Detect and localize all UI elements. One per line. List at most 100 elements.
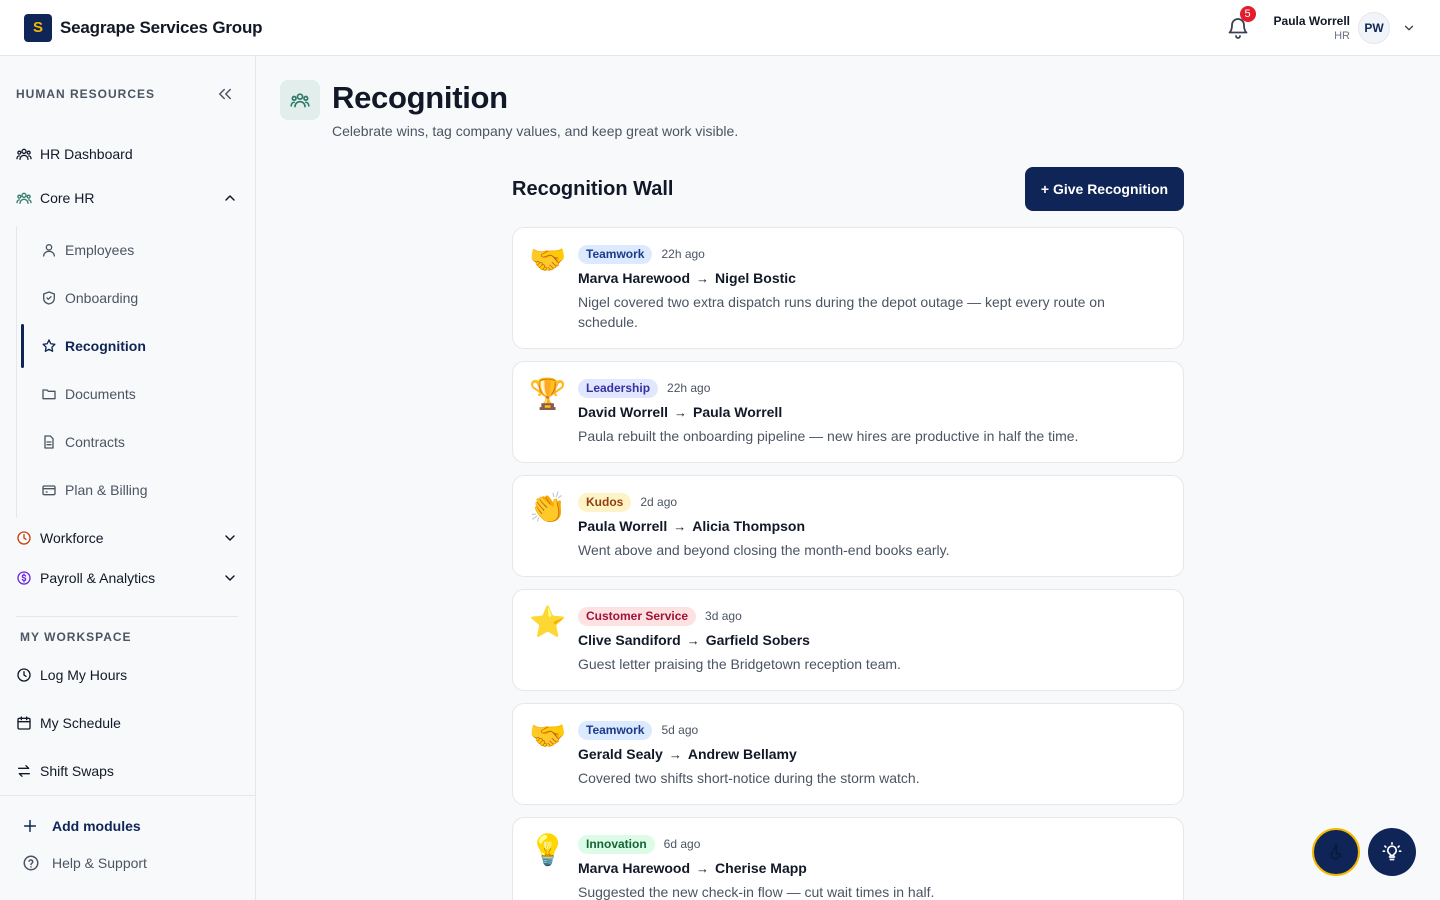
sidebar-item-label: Employees xyxy=(65,242,135,258)
value-tag: Customer Service xyxy=(578,606,697,626)
recognition-card[interactable]: ⭐ Customer Service 3d ago Clive Sandifor… xyxy=(512,589,1184,691)
wall-title: Recognition Wall xyxy=(512,178,674,200)
lightbulb-icon: 💡 xyxy=(529,834,567,867)
timestamp: 2d ago xyxy=(640,495,678,509)
sidebar-item-my-schedule[interactable]: My Schedule xyxy=(16,711,121,735)
help-label: Help & Support xyxy=(52,855,147,871)
clock-icon xyxy=(17,668,31,682)
add-modules-button[interactable]: Add modules xyxy=(22,818,141,834)
value-tag: Teamwork xyxy=(578,244,653,264)
sidebar-item-label: Documents xyxy=(65,386,136,402)
sidebar-item-label: Recognition xyxy=(65,338,146,354)
arrow-right-icon: → xyxy=(673,518,687,534)
active-indicator xyxy=(21,324,24,368)
timestamp: 3d ago xyxy=(705,609,742,623)
timestamp: 22h ago xyxy=(661,247,705,261)
company-name: Seagrape Services Group xyxy=(60,17,263,37)
help-support-link[interactable]: Help & Support xyxy=(22,854,147,872)
chevron-down-icon[interactable] xyxy=(1402,21,1416,35)
sidebar-item-label: Workforce xyxy=(40,530,104,546)
sidebar-item-plan-billing[interactable]: Plan & Billing xyxy=(41,478,148,502)
receiver-name: Paula Worrell xyxy=(693,404,783,420)
chevron-down-icon[interactable] xyxy=(222,530,238,546)
star-icon: ⭐ xyxy=(529,606,567,639)
receiver-name: Alicia Thompson xyxy=(692,518,806,534)
recognition-message: Paula rebuilt the onboarding pipeline — … xyxy=(578,428,1079,444)
recognition-message: Covered two shifts short-notice during t… xyxy=(578,770,920,786)
brand[interactable]: S Seagrape Services Group xyxy=(24,13,263,42)
sidebar-item-log-hours[interactable]: Log My Hours xyxy=(16,663,127,687)
sidebar-item-onboarding[interactable]: Onboarding xyxy=(41,286,138,310)
giver-name: Clive Sandiford xyxy=(578,632,681,648)
sidebar-item-label: My Schedule xyxy=(40,715,121,731)
notification-badge: 5 xyxy=(1239,6,1256,22)
sidebar-item-label: Log My Hours xyxy=(40,667,128,683)
value-tag: Innovation xyxy=(578,834,655,854)
recognition-message: Nigel covered two extra dispatch runs du… xyxy=(578,294,1105,330)
accessibility-button[interactable] xyxy=(1312,828,1360,876)
arrow-right-icon: → xyxy=(696,270,710,286)
calendar-icon xyxy=(17,716,31,730)
handshake-icon: 🤝 xyxy=(529,720,567,753)
trophy-icon: 🏆 xyxy=(529,378,567,411)
sidebar-item-label: Core HR xyxy=(40,190,95,206)
divider xyxy=(0,795,255,796)
help-circle-icon xyxy=(23,855,39,871)
sidebar-item-hr-dashboard[interactable]: HR Dashboard xyxy=(16,142,133,166)
timestamp: 22h ago xyxy=(667,381,711,395)
star-icon xyxy=(42,339,56,352)
giver-name: Marva Harewood xyxy=(578,860,691,876)
divider xyxy=(16,616,238,617)
clapping-hands-icon: 👏 xyxy=(529,492,567,525)
avatar[interactable]: PW xyxy=(1358,12,1390,44)
sidebar-item-label: HR Dashboard xyxy=(40,146,133,162)
collapse-sidebar-icon[interactable] xyxy=(216,85,234,103)
brand-logo: S xyxy=(24,13,52,42)
dollar-circle-icon xyxy=(17,571,31,585)
recognition-message: Guest letter praising the Bridgetown rec… xyxy=(578,656,901,672)
sidebar-item-documents[interactable]: Documents xyxy=(41,382,136,406)
sidebar-item-workforce[interactable]: Workforce xyxy=(16,526,104,550)
sidebar-item-label: Shift Swaps xyxy=(40,763,114,779)
recognition-message: Suggested the new check-in flow — cut wa… xyxy=(578,884,935,900)
sidebar: HUMAN RESOURCES HR Dashboard Core HR Emp… xyxy=(0,56,256,900)
arrow-right-icon: → xyxy=(668,746,682,762)
sidebar-item-shift-swaps[interactable]: Shift Swaps xyxy=(16,759,114,783)
giver-name: Paula Worrell xyxy=(578,518,668,534)
value-tag: Kudos xyxy=(578,492,632,512)
receiver-name: Nigel Bostic xyxy=(715,270,796,286)
sidebar-item-label: Payroll & Analytics xyxy=(40,570,156,586)
sidebar-item-employees[interactable]: Employees xyxy=(41,238,134,262)
timestamp: 5d ago xyxy=(661,723,699,737)
sidebar-item-contracts[interactable]: Contracts xyxy=(41,430,125,454)
sidebar-item-payroll-analytics[interactable]: Payroll & Analytics xyxy=(16,566,155,590)
value-tag: Teamwork xyxy=(578,720,653,740)
swap-icon xyxy=(18,765,30,777)
shield-check-icon xyxy=(43,291,55,305)
recognition-card[interactable]: 🏆 Leadership 22h ago David Worrell → Pau… xyxy=(512,361,1184,463)
timestamp: 6d ago xyxy=(663,837,701,851)
recognition-card[interactable]: 💡 Innovation 6d ago Marva Harewood → Che… xyxy=(512,817,1184,900)
giver-name: Marva Harewood xyxy=(578,270,691,286)
handshake-icon: 🤝 xyxy=(529,244,567,277)
value-tag: Leadership xyxy=(578,378,659,398)
sidebar-item-recognition[interactable]: Recognition xyxy=(41,334,146,358)
plus-icon xyxy=(23,819,37,833)
lightbulb-button[interactable] xyxy=(1368,828,1416,876)
recognition-card[interactable]: 🤝 Teamwork 5d ago Gerald Sealy → Andrew … xyxy=(512,703,1184,805)
sidebar-item-core-hr[interactable]: Core HR xyxy=(16,186,94,210)
receiver-name: Garfield Sobers xyxy=(705,632,810,648)
accessibility-icon xyxy=(1330,844,1343,860)
recognition-message: Went above and beyond closing the month-… xyxy=(578,542,950,558)
workspace-section-title: MY WORKSPACE xyxy=(20,630,132,644)
user-info[interactable]: Paula Worrell HR xyxy=(1274,14,1350,43)
arrow-right-icon: → xyxy=(674,404,687,420)
chevron-up-icon[interactable] xyxy=(222,190,238,206)
user-role: HR xyxy=(1334,29,1350,42)
notifications-button[interactable]: 5 xyxy=(1226,6,1256,40)
recognition-card[interactable]: 👏 Kudos 2d ago Paula Worrell → Alicia Th… xyxy=(512,475,1184,577)
chevron-down-icon[interactable] xyxy=(222,570,238,586)
clock-icon xyxy=(17,531,31,545)
give-recognition-button[interactable]: + Give Recognition xyxy=(1025,167,1184,211)
recognition-card[interactable]: 🤝 Teamwork 22h ago Marva Harewood → Nige… xyxy=(512,227,1184,349)
